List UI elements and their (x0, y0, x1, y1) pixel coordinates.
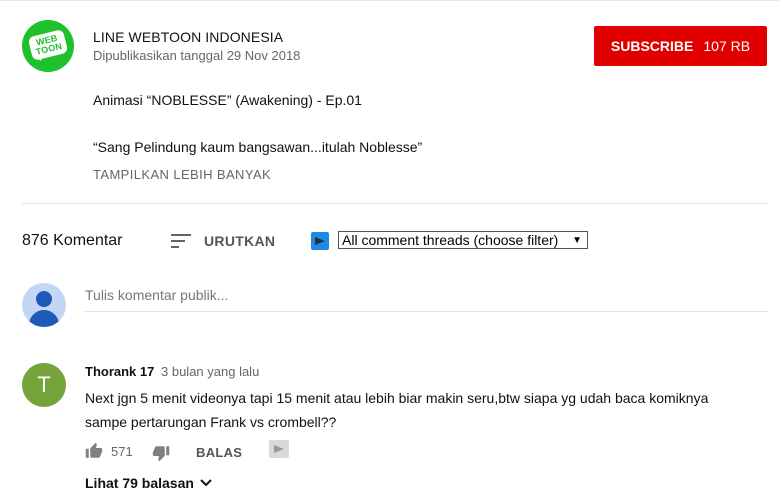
top-divider (0, 0, 779, 1)
comment-text: Next jgn 5 menit videonya tapi 15 menit … (85, 386, 775, 434)
comment-input[interactable]: Tulis komentar publik... (85, 287, 768, 312)
sort-icon[interactable] (171, 233, 191, 249)
thumbs-up-icon[interactable] (85, 442, 103, 460)
description-tagline: “Sang Pelindung kaum bangsawan...itulah … (93, 139, 423, 155)
like-count: 571 (111, 444, 133, 459)
commenter-avatar[interactable]: T (22, 363, 66, 407)
reply-button[interactable]: BALAS (196, 445, 242, 460)
avatar-icon (22, 283, 66, 327)
publish-date: Dipublikasikan tanggal 29 Nov 2018 (93, 48, 301, 63)
sort-button[interactable]: URUTKAN (204, 233, 275, 249)
comment-count: 876 Komentar (22, 232, 123, 249)
show-more-button[interactable]: TAMPILKAN LEBIH BANYAK (93, 167, 271, 182)
comment-text-line2: sampe pertarungan Frank vs crombell?? (85, 414, 337, 430)
chevron-down-icon (200, 479, 212, 487)
logo-bubble-tail (34, 52, 46, 63)
thumbs-down-icon[interactable] (152, 444, 170, 462)
comment-author[interactable]: Thorank 17 (85, 364, 154, 379)
dropdown-arrow-icon: ▼ (572, 234, 582, 246)
comment-filter-select[interactable]: All comment threads (choose filter) ▼ (338, 231, 588, 249)
comment-text-line1: Next jgn 5 menit videonya tapi 15 menit … (85, 390, 709, 406)
filter-icon[interactable] (311, 232, 329, 250)
filter-selected-value: All comment threads (choose filter) (342, 232, 559, 248)
reply-filter-icon[interactable] (269, 440, 289, 458)
view-replies-button[interactable]: Lihat 79 balasan (85, 475, 212, 491)
subscriber-count: 107 RB (703, 38, 751, 54)
description-title: Animasi “NOBLESSE” (Awakening) - Ep.01 (93, 92, 362, 108)
subscribe-label: SUBSCRIBE (610, 38, 694, 54)
comment-timestamp[interactable]: 3 bulan yang lalu (161, 364, 259, 379)
subscribe-button[interactable]: SUBSCRIBE 107 RB (594, 26, 767, 66)
view-replies-label: Lihat 79 balasan (85, 475, 194, 491)
section-divider (22, 203, 768, 204)
channel-name[interactable]: LINE WEBTOON INDONESIA (93, 29, 283, 45)
channel-logo[interactable]: WEB TOON (22, 20, 74, 72)
